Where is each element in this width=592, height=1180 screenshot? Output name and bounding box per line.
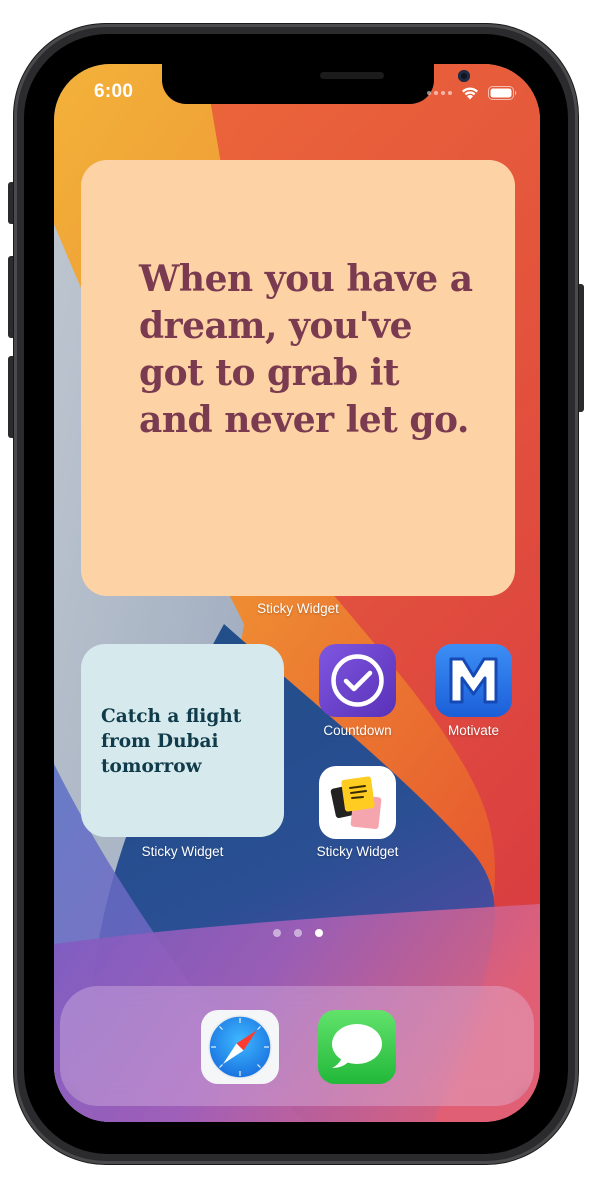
sticky-widget-large-label: Sticky Widget [257, 601, 339, 616]
motivate-m-icon [449, 657, 498, 704]
widget-quote-text: When you have a dream, you've got to gra… [139, 258, 473, 441]
page-indicator[interactable] [273, 929, 323, 937]
battery-icon [488, 86, 517, 100]
home-screen: 6:00 When you have a dream, you've got t… [54, 64, 540, 1122]
messages-bubble-icon [332, 1024, 382, 1068]
wifi-icon [462, 87, 478, 100]
sticky-widget-app[interactable] [319, 766, 396, 839]
sticky-notes-icon [330, 776, 382, 830]
front-camera [458, 70, 470, 82]
sticky-widget-small-label: Sticky Widget [141, 844, 224, 859]
sticky-widget-app-label: Sticky Widget [316, 844, 399, 859]
notch [162, 64, 470, 104]
status-time: 6:00 [94, 81, 134, 102]
motivate-app-label: Motivate [447, 723, 500, 738]
safari-compass-icon [208, 1015, 272, 1079]
countdown-app[interactable] [319, 644, 396, 717]
widget-note-text: Catch a flight from Dubai tomorrow [101, 706, 242, 777]
earpiece-speaker [320, 72, 384, 79]
sticky-widget-small[interactable]: Catch a flight from Dubai tomorrow [81, 644, 284, 837]
cellular-signal-icon [427, 91, 452, 95]
countdown-app-label: Countdown [323, 723, 392, 738]
dock [60, 986, 534, 1106]
motivate-app[interactable] [435, 644, 512, 717]
messages-app[interactable] [318, 1010, 396, 1084]
status-indicators [427, 86, 518, 100]
countdown-check-icon [331, 654, 384, 707]
page-dot-active [315, 929, 323, 937]
sticky-widget-large[interactable]: When you have a dream, you've got to gra… [81, 160, 515, 596]
page-dot [273, 929, 281, 937]
safari-app[interactable] [201, 1010, 279, 1084]
page-dot [294, 929, 302, 937]
